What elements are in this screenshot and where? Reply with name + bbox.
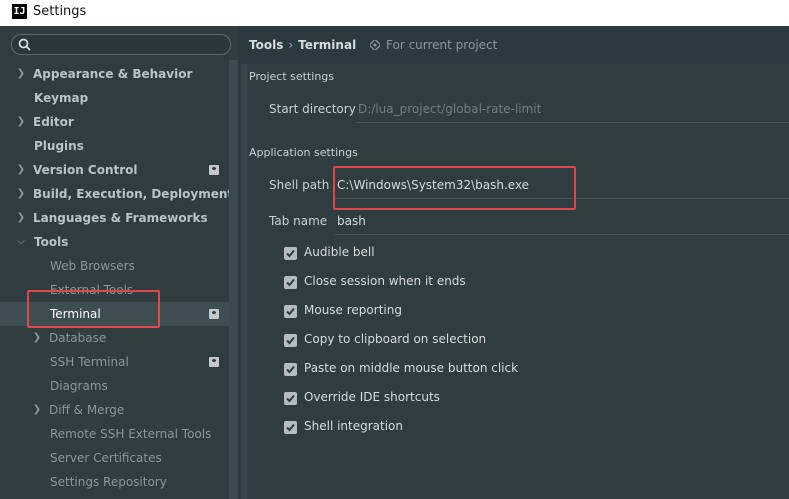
tab-name-label: Tab name	[269, 214, 328, 228]
check-icon	[286, 336, 295, 345]
search-box[interactable]	[11, 34, 231, 55]
settings-sidebar: ❯ Appearance & Behavior Keymap ❯ Editor …	[0, 26, 238, 499]
sidebar-scrollbar[interactable]	[229, 60, 238, 499]
chevron-down-icon[interactable]: ⌵	[16, 230, 26, 254]
tree-item-database[interactable]: ❯ Database	[0, 326, 229, 350]
scope-label: For current project	[386, 38, 498, 52]
tree-item-label: SSH Terminal	[50, 355, 129, 369]
audible-bell-label[interactable]: Audible bell	[304, 245, 375, 259]
copy-on-selection-checkbox[interactable]	[284, 334, 297, 347]
intellij-app-icon: IJ	[12, 4, 27, 19]
check-icon	[286, 278, 295, 287]
check-icon	[286, 423, 295, 432]
chevron-right-icon[interactable]: ❯	[16, 182, 26, 206]
tree-item-label: Web Browsers	[50, 259, 135, 273]
tree-item-label: Build, Execution, Deployment	[33, 187, 234, 201]
paste-middle-click-label[interactable]: Paste on middle mouse button click	[304, 361, 518, 375]
tree-item-label: Settings Repository	[50, 475, 167, 489]
tree-item-web-browsers[interactable]: Web Browsers	[0, 254, 229, 278]
highlight-box-terminal	[27, 290, 160, 328]
shell-integration-label[interactable]: Shell integration	[304, 419, 403, 433]
tab-name-field[interactable]: bash	[337, 214, 366, 228]
tree-item-label: Tools	[34, 235, 69, 249]
chevron-right-icon[interactable]: ❯	[16, 158, 26, 182]
tab-name-underline	[335, 234, 789, 235]
start-directory-field[interactable]: D:/lua_project/global-rate-limit	[358, 102, 541, 116]
tree-item-label: Server Certificates	[50, 451, 162, 465]
tree-item-label: Database	[49, 331, 107, 345]
chevron-right-icon[interactable]: ❯	[16, 206, 26, 230]
check-icon	[286, 365, 295, 374]
mouse-reporting-checkbox[interactable]	[284, 305, 297, 318]
tree-item-plugins[interactable]: Plugins	[0, 134, 229, 158]
search-input[interactable]	[36, 36, 226, 54]
tree-item-label: Appearance & Behavior	[33, 67, 193, 81]
start-directory-label: Start directory	[269, 102, 356, 116]
chevron-right-icon[interactable]: ❯	[32, 398, 42, 422]
override-ide-shortcuts-checkbox[interactable]	[284, 392, 297, 405]
tree-item-label: Plugins	[34, 139, 84, 153]
project-scope-icon	[209, 165, 219, 175]
check-icon	[286, 394, 295, 403]
breadcrumb: Tools › Terminal For current project	[249, 37, 497, 53]
tree-item-label: Languages & Frameworks	[33, 211, 208, 225]
paste-middle-click-checkbox[interactable]	[284, 363, 297, 376]
tree-item-label: Diagrams	[50, 379, 108, 393]
tree-item-label: Remote SSH External Tools	[50, 427, 212, 441]
audible-bell-checkbox[interactable]	[284, 247, 297, 260]
override-ide-shortcuts-label[interactable]: Override IDE shortcuts	[304, 390, 440, 404]
tree-item-settings-repository[interactable]: Settings Repository	[0, 470, 229, 494]
project-settings-title: Project settings	[249, 70, 334, 83]
shell-path-label: Shell path	[269, 178, 330, 192]
settings-content: Tools › Terminal For current project Proje…	[238, 26, 789, 499]
tree-item-appearance-behavior[interactable]: ❯ Appearance & Behavior	[0, 62, 229, 86]
tree-item-editor[interactable]: ❯ Editor	[0, 110, 229, 134]
tree-item-version-control[interactable]: ❯ Version Control	[0, 158, 229, 182]
tree-item-label: Version Control	[33, 163, 138, 177]
search-icon	[18, 38, 31, 51]
breadcrumb-current: Terminal	[298, 38, 357, 52]
tree-item-diagrams[interactable]: Diagrams	[0, 374, 229, 398]
breadcrumb-separator: ›	[288, 38, 294, 52]
tree-item-ssh-terminal[interactable]: SSH Terminal	[0, 350, 229, 374]
shell-integration-checkbox[interactable]	[284, 421, 297, 434]
title-bar: IJ Settings	[0, 0, 789, 26]
close-session-label[interactable]: Close session when it ends	[304, 274, 466, 288]
tree-item-remote-ssh-external-tools[interactable]: Remote SSH External Tools	[0, 422, 229, 446]
project-scope-icon	[209, 357, 219, 367]
tree-item-label: Keymap	[34, 91, 89, 105]
breadcrumb-parent[interactable]: Tools	[249, 38, 283, 52]
copy-on-selection-label[interactable]: Copy to clipboard on selection	[304, 332, 486, 346]
window-title: Settings	[33, 4, 87, 19]
chevron-right-icon[interactable]: ❯	[16, 110, 26, 134]
chevron-right-icon[interactable]: ❯	[16, 62, 26, 86]
tree-item-label: Diff & Merge	[49, 403, 125, 417]
close-session-checkbox[interactable]	[284, 276, 297, 289]
tree-item-build-execution-deployment[interactable]: ❯ Build, Execution, Deployment	[0, 182, 233, 206]
project-scope-icon	[209, 309, 219, 319]
check-icon	[286, 307, 295, 316]
tree-item-tools[interactable]: ⌵ Tools	[0, 230, 229, 254]
tree-item-keymap[interactable]: Keymap	[0, 86, 229, 110]
check-icon	[286, 249, 295, 258]
tree-item-languages-frameworks[interactable]: ❯ Languages & Frameworks	[0, 206, 229, 230]
application-settings-title: Application settings	[249, 146, 358, 159]
chevron-right-icon[interactable]: ❯	[32, 326, 42, 350]
project-scope-icon	[368, 38, 382, 52]
tree-item-label: Editor	[33, 115, 74, 129]
tree-item-server-certificates[interactable]: Server Certificates	[0, 446, 229, 470]
project-scope-indicator: For current project	[368, 38, 498, 52]
mouse-reporting-label[interactable]: Mouse reporting	[304, 303, 402, 317]
highlight-box-shell-path	[333, 166, 576, 210]
terminal-settings-panel: Project settings Start directory D:/lua_…	[241, 64, 789, 499]
start-directory-underline	[356, 122, 789, 123]
tree-item-diff-merge[interactable]: ❯ Diff & Merge	[0, 398, 229, 422]
